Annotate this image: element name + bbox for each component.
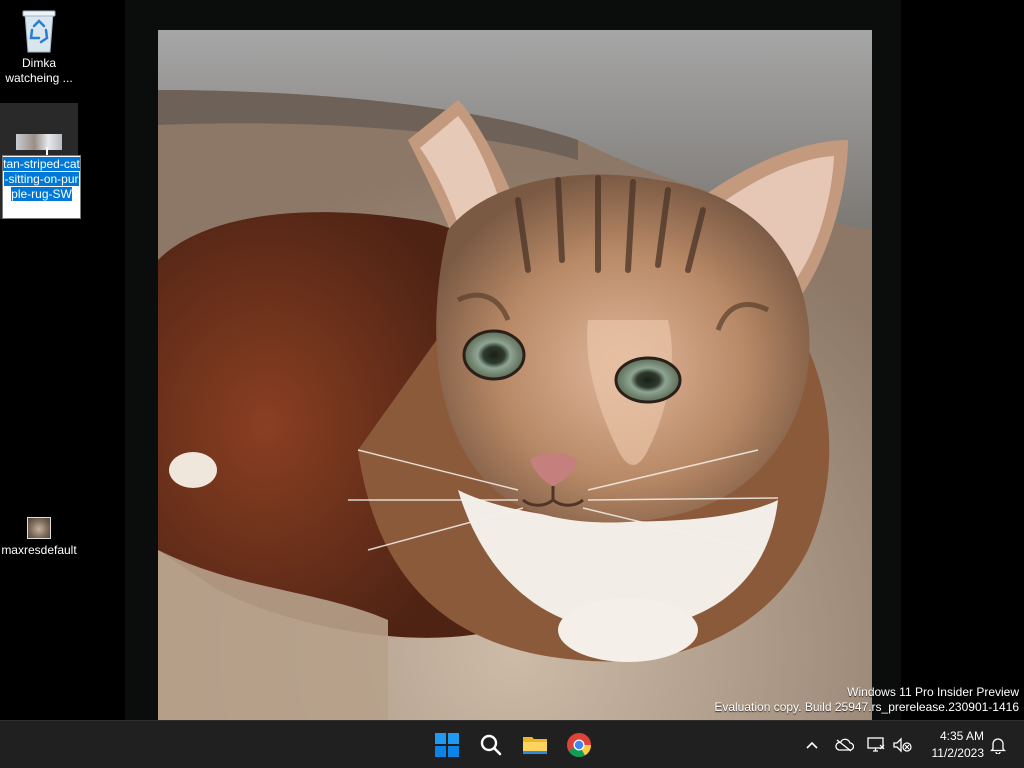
image-thumbnail-icon [16, 134, 62, 155]
volume-button[interactable] [890, 733, 914, 757]
desktop-icon-label: maxresdefault [1, 543, 77, 557]
clock-date: 11/2/2023 [931, 746, 985, 760]
network-button[interactable] [864, 733, 888, 757]
taskbar: 4:35 AM 11/2/2023 [0, 720, 1024, 768]
start-button[interactable] [430, 728, 464, 762]
search-icon [480, 734, 502, 756]
rename-selected-text[interactable]: tan-striped-cat-sitting-on-purple-rug-SW [3, 157, 80, 201]
chrome-icon [567, 733, 591, 758]
chrome-button[interactable] [562, 728, 596, 762]
clock[interactable]: 4:35 AM 11/2/2023 [918, 728, 985, 762]
rename-input[interactable]: tan-striped-cat-sitting-on-purple-rug-SW [2, 155, 81, 219]
desktop-icon-maxresdefault[interactable]: maxresdefault [0, 517, 78, 558]
desktop-icon-label: Dimka watcheing ... [5, 56, 73, 85]
desktop-icon-cat-image[interactable]: tan-striped-cat-sitting-on-purple-rug-SW [0, 103, 81, 219]
recycle-bin-icon [19, 8, 59, 54]
chevron-up-icon [806, 741, 818, 749]
folder-icon [523, 737, 547, 754]
network-icon [867, 737, 885, 752]
watermark-line-2: Evaluation copy. Build 25947.rs_prerelea… [714, 700, 1019, 714]
notification-bell-icon [990, 738, 1006, 754]
search-button[interactable] [474, 728, 508, 762]
clock-time: 4:35 AM [939, 729, 984, 743]
watermark-line-1: Windows 11 Pro Insider Preview [847, 685, 1019, 699]
desktop[interactable]: Dimka watcheing ... tan-striped-cat-sitt… [0, 0, 1024, 720]
evaluation-watermark: Windows 11 Pro Insider Preview Evaluatio… [714, 685, 1019, 715]
volume-muted-icon [893, 737, 912, 753]
onedrive-button[interactable] [832, 733, 856, 757]
file-explorer-button[interactable] [518, 728, 552, 762]
desktop-icon-recycle-bin[interactable]: Dimka watcheing ... [0, 8, 78, 86]
image-thumbnail-icon [27, 517, 51, 539]
show-hidden-icons-button[interactable] [800, 733, 824, 757]
wallpaper-cat-photo [158, 30, 872, 720]
notifications-button[interactable] [986, 733, 1010, 757]
onedrive-cloud-icon [835, 738, 854, 752]
windows-logo-icon [435, 733, 459, 757]
